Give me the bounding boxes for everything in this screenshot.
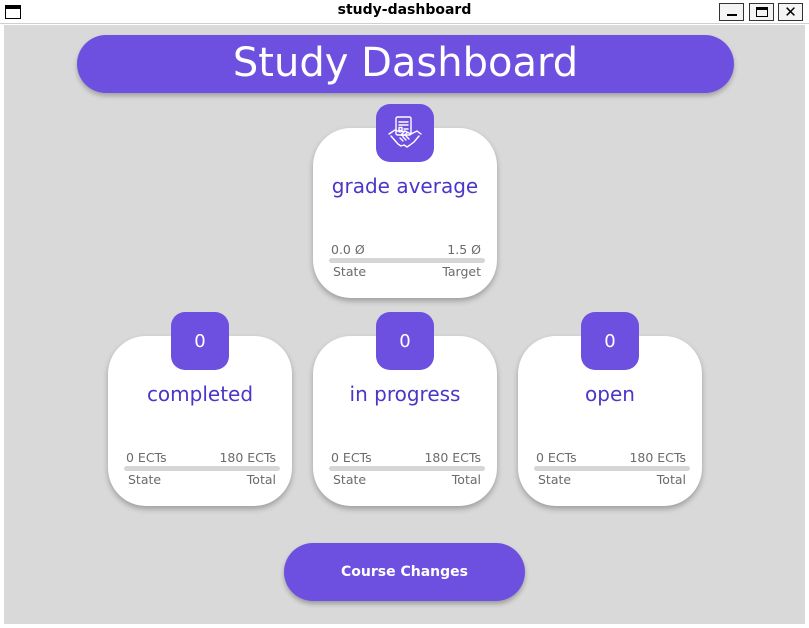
card-title: open (585, 382, 635, 406)
maximize-icon (756, 7, 768, 17)
completed-count-badge: 0 (171, 312, 229, 370)
state-value: 0.0 Ø (331, 242, 365, 257)
state-value: 0 ECTs (536, 450, 577, 465)
progress-track (329, 258, 485, 263)
total-value: 180 ECTs (424, 450, 481, 465)
target-value: 1.5 Ø (447, 242, 481, 257)
minimize-icon (727, 14, 737, 16)
card-title: grade average (331, 174, 479, 198)
window-title: study-dashboard (337, 2, 472, 18)
card-title: completed (146, 382, 254, 406)
progress-track (329, 466, 485, 471)
course-changes-button[interactable]: Course Changes (284, 543, 525, 601)
grade-badge (376, 104, 434, 162)
total-label: Total (451, 472, 481, 487)
state-label: State (333, 472, 367, 487)
open-count-badge: 0 (581, 312, 639, 370)
dashboard-content: Study Dashboard grade average 0.0 Ø 1.5 … (4, 25, 805, 624)
total-label: Total (246, 472, 276, 487)
total-label: Total (656, 472, 686, 487)
card-title: in progress (349, 382, 461, 406)
state-label: State (538, 472, 572, 487)
state-value: 0 ECTs (331, 450, 372, 465)
handshake-contract-icon (388, 116, 422, 148)
minimize-button[interactable] (719, 3, 744, 21)
maximize-button[interactable] (749, 3, 774, 21)
state-value: 0 ECTs (126, 450, 167, 465)
state-label: State (128, 472, 162, 487)
page-title: Study Dashboard (77, 35, 734, 93)
progress-track (534, 466, 690, 471)
close-icon: ✕ (784, 3, 797, 21)
close-button[interactable]: ✕ (778, 3, 803, 21)
total-value: 180 ECTs (219, 450, 276, 465)
target-label: Target (442, 264, 481, 279)
state-label: State (333, 264, 367, 279)
window-titlebar: study-dashboard ✕ (0, 0, 809, 24)
total-value: 180 ECTs (629, 450, 686, 465)
in-progress-count-badge: 0 (376, 312, 434, 370)
progress-track (124, 466, 280, 471)
